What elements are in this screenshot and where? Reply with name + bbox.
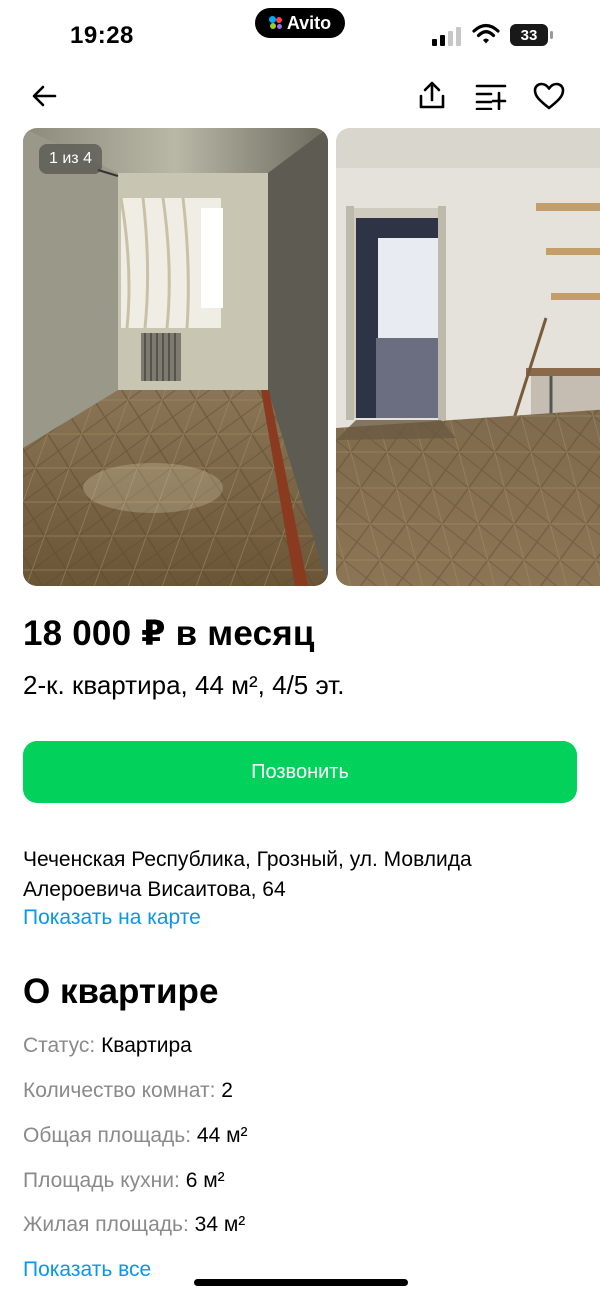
param-kitchen-area: Площадь кухни: 6 м² bbox=[23, 1169, 225, 1193]
battery-icon: 33 bbox=[510, 24, 554, 46]
avito-logo-icon bbox=[268, 16, 283, 30]
param-kitchen-area-key: Площадь кухни: bbox=[23, 1169, 180, 1192]
wifi-icon bbox=[472, 23, 500, 44]
photo-gallery[interactable]: 1 из 4 bbox=[23, 128, 600, 586]
param-rooms-key: Количество комнат: bbox=[23, 1079, 216, 1102]
param-living-area-key: Жилая площадь: bbox=[23, 1213, 189, 1236]
favorite-heart-icon bbox=[533, 82, 565, 110]
photo-counter-badge: 1 из 4 bbox=[39, 144, 102, 174]
param-living-area: Жилая площадь: 34 м² bbox=[23, 1213, 245, 1237]
back-arrow-icon bbox=[32, 85, 57, 107]
param-kitchen-area-value: 6 м² bbox=[185, 1169, 225, 1192]
param-rooms-value: 2 bbox=[221, 1079, 233, 1102]
param-total-area-key: Общая площадь: bbox=[23, 1124, 192, 1147]
show-all-params-link[interactable]: Показать все bbox=[23, 1258, 151, 1282]
param-rooms: Количество комнат: 2 bbox=[23, 1079, 233, 1103]
call-button[interactable]: Позвонить bbox=[23, 741, 577, 803]
share-button[interactable] bbox=[412, 76, 452, 116]
compare-button[interactable] bbox=[471, 76, 511, 116]
compare-icon bbox=[475, 84, 507, 110]
param-total-area-value: 44 м² bbox=[196, 1124, 248, 1147]
about-apartment-title: О квартире bbox=[23, 972, 219, 1011]
param-status: Статус: Квартира bbox=[23, 1034, 192, 1058]
address-block: Чеченская Республика, Грозный, ул. Мовли… bbox=[23, 845, 563, 905]
show-on-map-link[interactable]: Показать на карте bbox=[23, 906, 201, 930]
status-time: 19:28 bbox=[70, 22, 134, 49]
share-icon bbox=[419, 81, 445, 109]
room-photo-2-image bbox=[336, 128, 600, 586]
param-living-area-value: 34 м² bbox=[194, 1213, 246, 1236]
listing-subtitle: 2-к. квартира, 44 м², 4/5 эт. bbox=[23, 670, 345, 700]
avito-pill-label: Avito bbox=[286, 12, 332, 33]
top-nav-bar bbox=[0, 72, 600, 122]
battery-level: 33 bbox=[520, 26, 538, 44]
param-status-value: Квартира bbox=[101, 1034, 192, 1057]
listing-price: 18 000 ₽ в месяц bbox=[23, 614, 315, 653]
photo-1[interactable]: 1 из 4 bbox=[23, 128, 328, 586]
room-photo-1-image bbox=[23, 128, 328, 586]
param-total-area: Общая площадь: 44 м² bbox=[23, 1124, 248, 1148]
home-indicator[interactable] bbox=[194, 1279, 408, 1286]
address-line-1: Чеченская Республика, Грозный, ул. Мовли… bbox=[23, 848, 472, 871]
avito-app-pill[interactable]: Avito bbox=[255, 8, 345, 38]
signal-icon bbox=[432, 27, 461, 46]
favorite-button[interactable] bbox=[529, 76, 569, 116]
status-bar: 19:28 Avito 33 bbox=[0, 0, 600, 72]
photo-2[interactable] bbox=[336, 128, 600, 586]
param-status-key: Статус: bbox=[23, 1034, 96, 1057]
address-line-2: Алероевича Висаитова, 64 bbox=[23, 878, 286, 901]
back-button[interactable] bbox=[24, 76, 64, 116]
